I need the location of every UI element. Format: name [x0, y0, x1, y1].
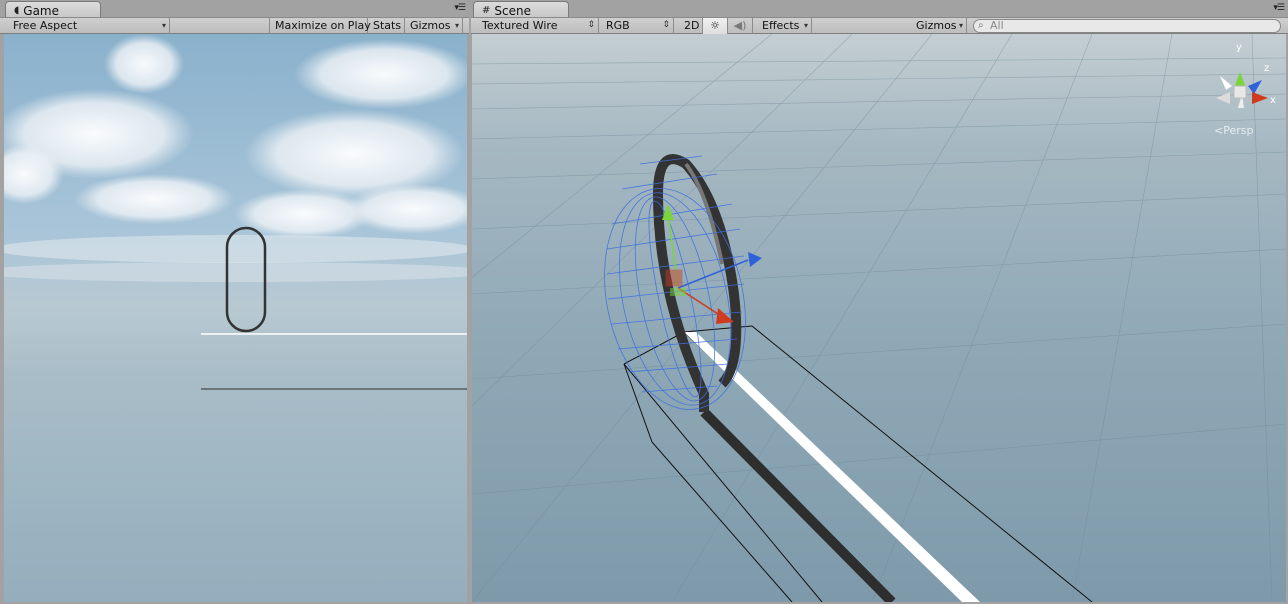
z-axis-handle: [748, 252, 762, 267]
stats-label: Stats: [373, 19, 402, 32]
game-viewport[interactable]: [4, 34, 467, 602]
game-gizmos-label: Gizmos: [410, 19, 451, 32]
speaker-icon: ◀): [733, 19, 747, 32]
pacman-icon: ◖: [14, 5, 20, 16]
sun-icon: ☼: [710, 19, 720, 32]
game-panel: ◖ Game ▾☰ Free Aspect Maximize on Play S…: [0, 0, 469, 604]
axis-z-label: z: [1264, 63, 1269, 74]
audio-toggle[interactable]: ◀): [728, 18, 753, 34]
scene-tabbar: # Scene ▾☰: [471, 0, 1288, 18]
maximize-on-play-button[interactable]: Maximize on Play: [270, 18, 371, 34]
menu-icon[interactable]: ▾☰: [454, 3, 466, 13]
scene-menu-icon[interactable]: ▾☰: [1273, 3, 1285, 13]
effects-label: Effects: [762, 19, 800, 32]
scene-gizmos-label: Gizmos: [916, 19, 957, 32]
tab-scene-label: Scene: [494, 3, 531, 18]
effects-dropdown[interactable]: Effects: [757, 18, 812, 34]
magnifier-icon: ⌕: [978, 20, 984, 31]
search-text: All: [990, 19, 1004, 32]
game-tabbar: ◖ Game ▾☰: [0, 0, 469, 18]
axis-x-label: x: [1270, 95, 1276, 106]
mode-2d-label: 2D: [684, 19, 700, 32]
aspect-label: Free Aspect: [13, 19, 78, 32]
tab-game-label: Game: [23, 3, 60, 18]
aspect-dropdown[interactable]: Free Aspect: [8, 18, 170, 34]
scene-panel: # Scene ▾☰ Textured Wire RGB 2D ☼ ◀) Eff…: [471, 0, 1288, 604]
orientation-gizmo[interactable]: y z x <Persp: [1214, 42, 1276, 137]
projection-label[interactable]: <Persp: [1214, 124, 1253, 137]
scene-gizmos-dropdown[interactable]: Gizmos: [911, 18, 967, 34]
scene-render: y z x <Persp: [472, 34, 1286, 602]
mode-2d-toggle[interactable]: 2D: [679, 18, 703, 34]
toolbar-spacer: [170, 18, 270, 34]
render-mode-dropdown[interactable]: RGB: [601, 18, 674, 34]
tab-game[interactable]: ◖ Game: [5, 1, 101, 18]
ring-object[interactable]: [652, 154, 896, 602]
maximize-label: Maximize on Play: [275, 19, 371, 32]
stats-button[interactable]: Stats: [368, 18, 405, 34]
search-input[interactable]: ⌕ All: [973, 19, 1281, 33]
scene-toolbar: Textured Wire RGB 2D ☼ ◀) Effects Gizmos…: [471, 17, 1288, 34]
game-toolbar: Free Aspect Maximize on Play Stats Gizmo…: [0, 17, 469, 34]
grid-icon: #: [482, 5, 491, 16]
game-render: [4, 34, 467, 390]
clouds: [4, 34, 467, 282]
game-gizmos-dropdown[interactable]: Gizmos: [405, 18, 463, 34]
draw-mode-dropdown[interactable]: Textured Wire: [477, 18, 599, 34]
lighting-toggle[interactable]: ☼: [703, 18, 728, 34]
scene-viewport[interactable]: y z x <Persp: [472, 34, 1286, 602]
tab-scene[interactable]: # Scene: [473, 1, 569, 18]
back-arrow-icon: <: [1214, 124, 1223, 137]
render-mode-label: RGB: [606, 19, 630, 32]
draw-mode-label: Textured Wire: [482, 19, 558, 32]
projection-text: Persp: [1223, 124, 1253, 137]
axis-y-label: y: [1236, 42, 1242, 53]
